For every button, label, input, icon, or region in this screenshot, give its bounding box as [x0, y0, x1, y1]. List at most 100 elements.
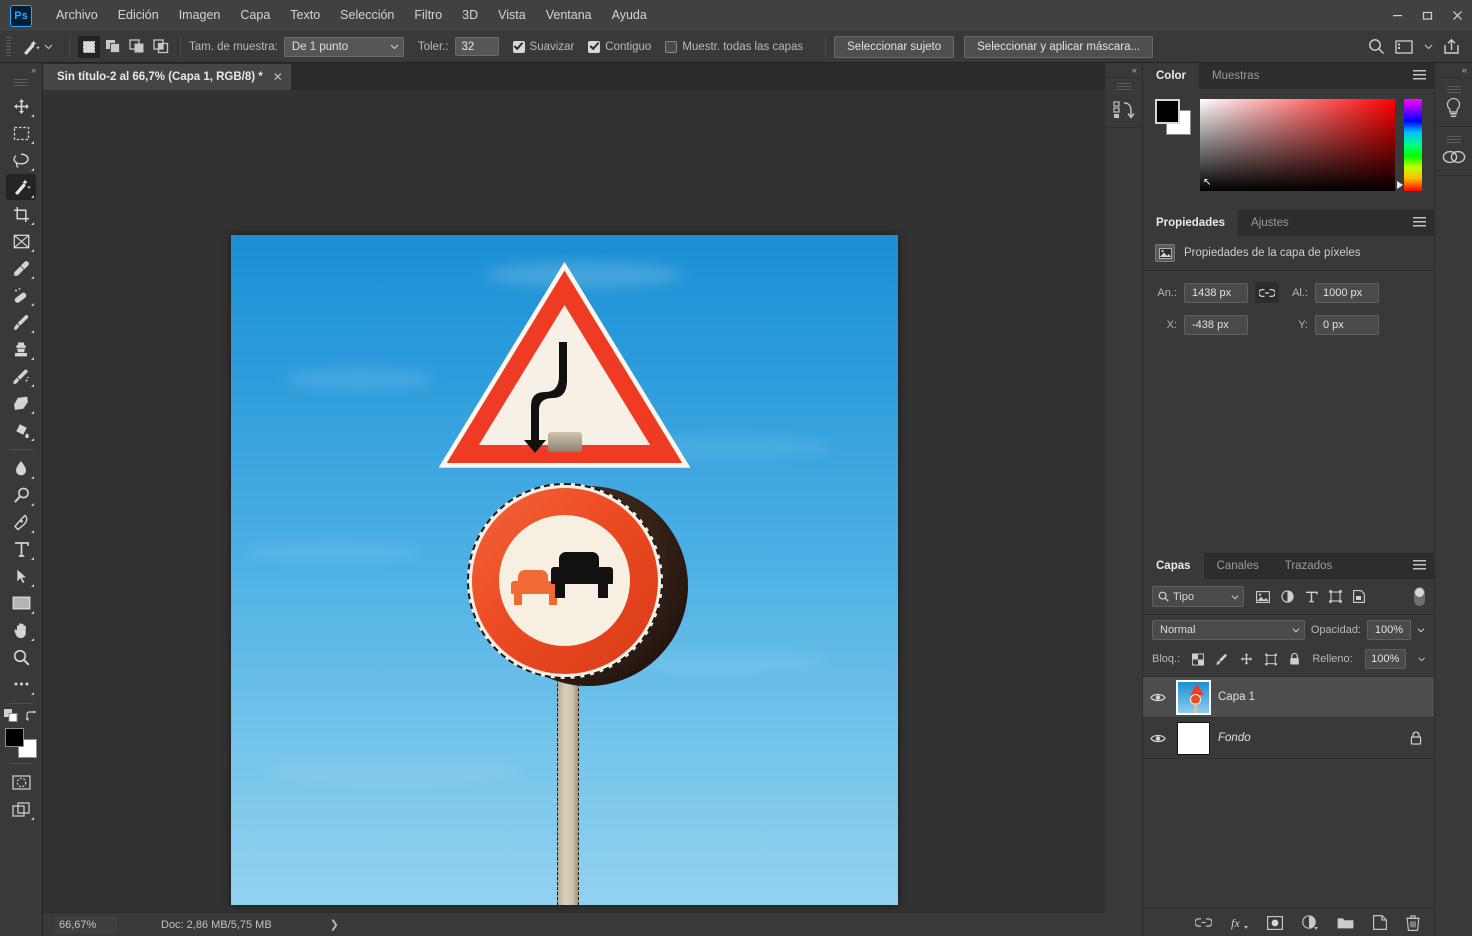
- canvas-viewport[interactable]: [43, 90, 1105, 912]
- lock-image-icon[interactable]: [1216, 653, 1228, 666]
- lock-all-icon[interactable]: [1289, 652, 1300, 666]
- lock-transparency-icon[interactable]: [1192, 652, 1205, 666]
- layer-name[interactable]: Capa 1: [1218, 691, 1255, 703]
- panel-menu-icon[interactable]: [1413, 70, 1426, 81]
- filter-type-icon[interactable]: [1305, 591, 1318, 603]
- menu-seleccion[interactable]: Selección: [330, 0, 404, 31]
- color-swatches[interactable]: [5, 728, 37, 758]
- layer-thumbnail[interactable]: [1177, 721, 1210, 755]
- default-colors-icon[interactable]: [4, 709, 19, 722]
- tab-color[interactable]: Color: [1143, 63, 1200, 89]
- toolbar-expand-button[interactable]: »: [0, 63, 42, 77]
- menu-texto[interactable]: Texto: [280, 0, 330, 31]
- spot-healing-brush-tool[interactable]: [6, 282, 36, 308]
- menu-3d[interactable]: 3D: [452, 0, 488, 31]
- clone-stamp-tool[interactable]: [6, 336, 36, 362]
- table-row[interactable]: Fondo: [1143, 718, 1434, 759]
- minimize-button[interactable]: [1382, 0, 1412, 31]
- opacity-input[interactable]: 100%: [1367, 620, 1411, 640]
- y-input[interactable]: 0 px: [1315, 315, 1379, 335]
- layer-name[interactable]: Fondo: [1218, 732, 1251, 744]
- delete-layer-icon[interactable]: [1406, 914, 1420, 931]
- edit-toolbar-tool[interactable]: [6, 671, 36, 697]
- rail-grip[interactable]: [1446, 85, 1461, 93]
- magic-wand-tool[interactable]: [6, 174, 36, 200]
- panel-menu-icon[interactable]: [1413, 217, 1426, 228]
- hue-slider[interactable]: [1397, 99, 1422, 191]
- new-layer-icon[interactable]: [1373, 915, 1387, 930]
- filter-pixel-icon[interactable]: [1256, 590, 1270, 603]
- image-canvas[interactable]: [231, 235, 898, 905]
- close-button[interactable]: [1442, 0, 1472, 31]
- menu-vista[interactable]: Vista: [488, 0, 536, 31]
- select-and-mask-button[interactable]: Seleccionar y aplicar máscara...: [964, 35, 1154, 58]
- contiguous-checkbox[interactable]: [588, 40, 601, 53]
- blur-tool[interactable]: [6, 455, 36, 481]
- fill-input[interactable]: 100%: [1364, 649, 1406, 669]
- antialias-checkbox-wrap[interactable]: Suavizar: [512, 40, 574, 53]
- gradient-tool[interactable]: [6, 417, 36, 443]
- menu-ventana[interactable]: Ventana: [536, 0, 602, 31]
- quick-mask-button[interactable]: [6, 769, 36, 795]
- lock-artboard-icon[interactable]: [1265, 653, 1278, 666]
- history-brush-tool[interactable]: [6, 363, 36, 389]
- toolbar-grip[interactable]: [14, 79, 28, 87]
- color-panel-swatches[interactable]: [1155, 99, 1191, 135]
- add-layer-mask-icon[interactable]: [1267, 915, 1283, 930]
- new-adjustment-layer-icon[interactable]: [1302, 915, 1318, 930]
- menu-imagen[interactable]: Imagen: [169, 0, 231, 31]
- sample-size-select[interactable]: De 1 punto: [283, 36, 404, 57]
- share-icon[interactable]: [1443, 38, 1460, 55]
- tab-canales[interactable]: Canales: [1204, 553, 1272, 579]
- x-input[interactable]: -438 px: [1184, 315, 1248, 335]
- table-row[interactable]: Capa 1: [1143, 677, 1434, 718]
- layer-filter-type-select[interactable]: Tipo: [1152, 586, 1244, 607]
- link-layers-icon[interactable]: [1195, 917, 1212, 928]
- layer-visibility-toggle[interactable]: [1147, 733, 1169, 744]
- layer-filter-toggle[interactable]: [1414, 587, 1425, 606]
- rectangle-tool[interactable]: [6, 590, 36, 616]
- chevron-down-icon[interactable]: [1418, 655, 1425, 663]
- menu-edicion[interactable]: Edición: [108, 0, 169, 31]
- rail-grip[interactable]: [1446, 135, 1461, 143]
- layer-thumbnail[interactable]: [1176, 679, 1211, 715]
- filter-shape-icon[interactable]: [1329, 590, 1342, 603]
- workspace-icon[interactable]: [1395, 39, 1414, 55]
- new-selection-button[interactable]: [78, 35, 100, 58]
- menu-filtro[interactable]: Filtro: [404, 0, 452, 31]
- history-panel-icon[interactable]: [1105, 93, 1143, 127]
- tab-ajustes[interactable]: Ajustes: [1238, 210, 1302, 236]
- color-spectrum-field[interactable]: ↖: [1200, 99, 1395, 191]
- eyedropper-tool[interactable]: [6, 255, 36, 281]
- search-icon[interactable]: [1368, 38, 1385, 55]
- sample-all-layers-checkbox-wrap[interactable]: Muestr. todas las capas: [665, 40, 803, 53]
- libraries-panel-button[interactable]: [1435, 127, 1472, 176]
- rectangular-marquee-tool[interactable]: [6, 120, 36, 146]
- type-tool[interactable]: [6, 536, 36, 562]
- link-dimensions-button[interactable]: [1255, 282, 1279, 303]
- document-tab[interactable]: Sin título-2 al 66,7% (Capa 1, RGB/8) * …: [43, 64, 292, 90]
- add-to-selection-button[interactable]: [102, 36, 124, 58]
- tolerance-input[interactable]: 32: [454, 37, 499, 56]
- discover-panel-button[interactable]: [1435, 78, 1472, 127]
- filter-adjustment-icon[interactable]: [1281, 590, 1294, 603]
- tab-muestras[interactable]: Muestras: [1199, 63, 1272, 89]
- maximize-button[interactable]: [1412, 0, 1442, 31]
- menu-ayuda[interactable]: Ayuda: [602, 0, 657, 31]
- height-input[interactable]: 1000 px: [1315, 282, 1379, 303]
- chevron-down-icon[interactable]: [1424, 42, 1433, 51]
- fx-layer-style-icon[interactable]: fx: [1231, 916, 1248, 930]
- select-subject-button[interactable]: Seleccionar sujeto: [834, 35, 955, 58]
- hand-tool[interactable]: [6, 617, 36, 643]
- sample-all-layers-checkbox[interactable]: [665, 40, 678, 53]
- options-bar-grip[interactable]: [4, 36, 13, 57]
- rail-collapse-button[interactable]: «: [1435, 63, 1472, 78]
- lock-position-icon[interactable]: [1240, 652, 1253, 666]
- swap-colors-icon[interactable]: [25, 710, 38, 722]
- menu-capa[interactable]: Capa: [230, 0, 280, 31]
- zoom-tool[interactable]: [6, 644, 36, 670]
- eraser-tool[interactable]: [6, 390, 36, 416]
- subtract-from-selection-button[interactable]: [126, 36, 148, 58]
- status-expand-icon[interactable]: ❯: [330, 918, 339, 931]
- menu-archivo[interactable]: Archivo: [46, 0, 108, 31]
